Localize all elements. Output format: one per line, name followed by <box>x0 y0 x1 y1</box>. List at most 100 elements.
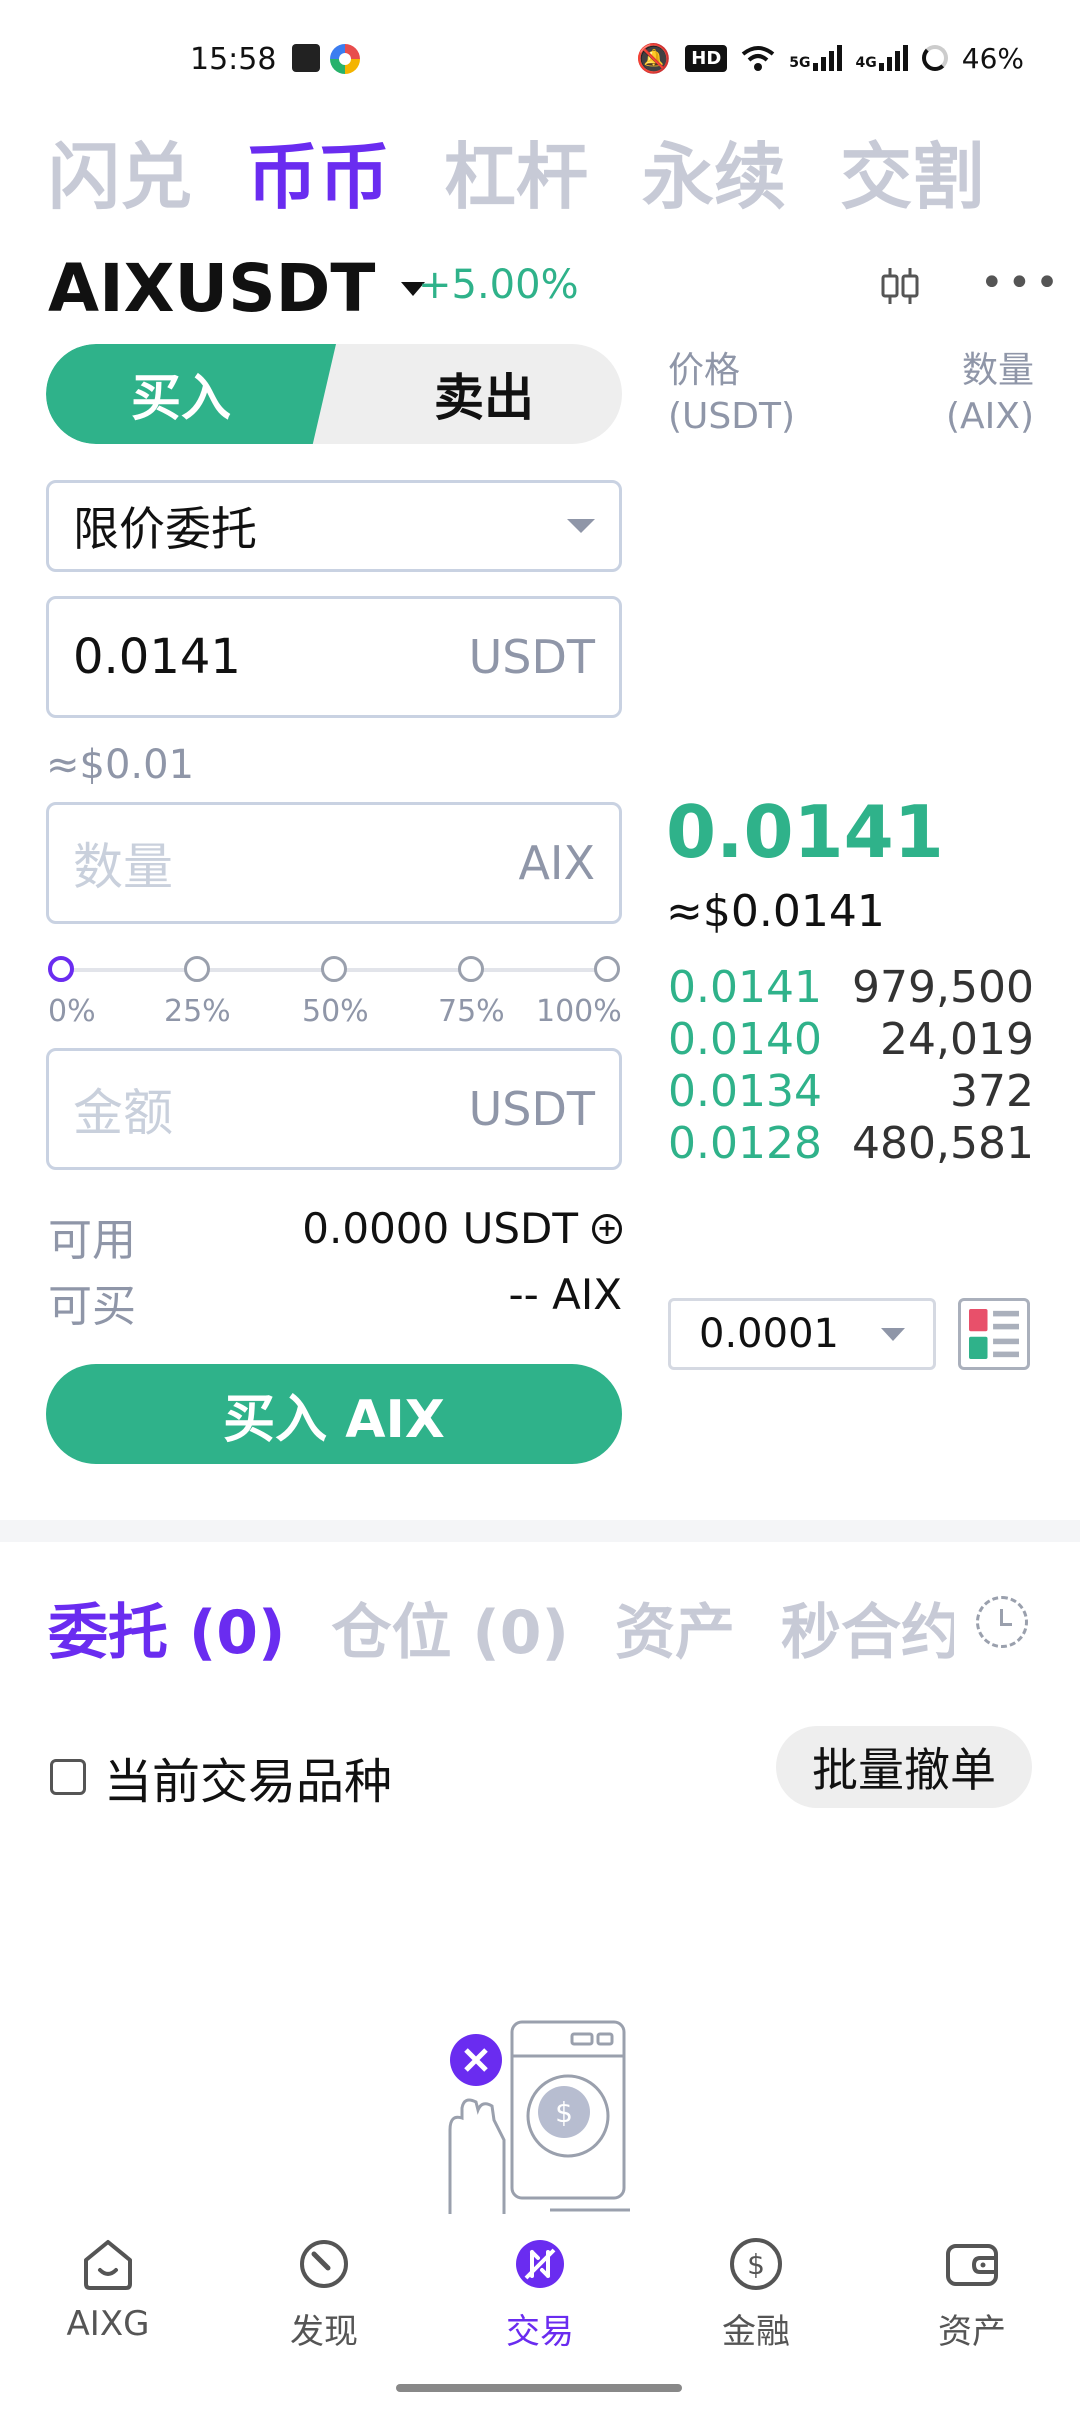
order-type-select[interactable]: 限价委托 <box>46 480 622 572</box>
bottom-nav: AIXG 发现 交易 $ 金融 资产 <box>0 2214 1080 2412</box>
quantity-input[interactable]: 数量 AIX <box>46 802 622 924</box>
top-tab-bar: 闪兑 币币 杠杆 永续 交割 期 <box>48 118 1018 223</box>
nav-trade[interactable]: 交易 <box>432 2214 648 2412</box>
nav-label: AIXG <box>66 2304 150 2344</box>
history-clock-icon[interactable] <box>976 1596 1028 1648</box>
precision-value: 0.0001 <box>699 1311 839 1357</box>
sell-side-button[interactable]: 卖出 <box>346 344 622 444</box>
mute-bell-icon: 🔕 <box>636 41 672 75</box>
tab-assets[interactable]: 资产 <box>615 1584 735 1671</box>
home-indicator[interactable] <box>396 2384 682 2392</box>
tab-swap[interactable]: 闪兑 <box>48 118 192 223</box>
current-pair-label: 当前交易品种 <box>104 1754 393 1810</box>
price-value: 0.0141 <box>73 629 241 685</box>
battery-percent: 46% <box>961 41 1024 75</box>
slider-dot-25[interactable] <box>184 956 210 982</box>
status-right: 🔕 HD 5G 4G 46% <box>636 40 1024 76</box>
orderbook-qty: 480,581 <box>852 1118 1034 1169</box>
orderbook-layout-icon[interactable] <box>958 1298 1030 1370</box>
nav-finance[interactable]: $ 金融 <box>648 2214 864 2412</box>
tab-spot[interactable]: 币币 <box>246 118 390 223</box>
tab-margin[interactable]: 杠杆 <box>444 118 588 223</box>
signal-4g: 4G <box>856 45 908 71</box>
battery-icon <box>921 45 948 71</box>
nav-label: 交易 <box>506 2312 574 2352</box>
home-icon <box>84 2240 132 2290</box>
buy-side-button[interactable]: 买入 <box>46 344 336 444</box>
pair-name: AIXUSDT <box>48 250 376 327</box>
precision-select[interactable]: 0.0001 <box>668 1298 936 1370</box>
orderbook-price-header: 价格 (USDT) <box>668 348 795 440</box>
checkbox[interactable] <box>50 1759 86 1795</box>
orderbook-bids: 0.0141 979,500 0.0140 24,019 0.0134 372 … <box>668 962 1034 1170</box>
more-options-icon[interactable]: ••• <box>980 263 1059 303</box>
price-input[interactable]: 0.0141 USDT <box>46 596 622 718</box>
wallet-icon <box>946 2244 998 2286</box>
orderbook-qty: 372 <box>950 1066 1034 1117</box>
can-buy-value: -- AIX <box>508 1270 622 1319</box>
dropdown-arrow-icon <box>567 519 595 533</box>
slider-label: 75% <box>438 994 505 1028</box>
slider-label: 0% <box>48 994 96 1028</box>
slider-label: 25% <box>164 994 231 1028</box>
orderbook-price: 0.0140 <box>668 1014 822 1065</box>
wifi-icon <box>742 46 775 71</box>
orderbook-row[interactable]: 0.0140 24,019 <box>668 1014 1034 1066</box>
trade-side-toggle: 买入 卖出 <box>46 344 622 444</box>
price-unit: USDT <box>468 630 595 684</box>
slider-dot-100[interactable] <box>594 956 620 982</box>
batch-cancel-button[interactable]: 批量撤单 <box>776 1726 1032 1808</box>
nav-discover[interactable]: 发现 <box>216 2214 432 2412</box>
orderbook-price: 0.0134 <box>668 1066 822 1117</box>
candlestick-chart-icon[interactable] <box>876 262 924 310</box>
orderbook-price: 0.0141 <box>668 962 822 1013</box>
price-change: +5.00% <box>418 262 579 308</box>
buy-submit-button[interactable]: 买入 AIX <box>46 1364 622 1464</box>
orderbook-qty-header: 数量 (AIX) <box>946 348 1034 440</box>
nav-label: 资产 <box>938 2312 1006 2352</box>
orderbook-qty: 979,500 <box>852 962 1034 1013</box>
pair-selector[interactable]: AIXUSDT <box>48 250 426 327</box>
orderbook-row[interactable]: 0.0141 979,500 <box>668 962 1034 1014</box>
orderbook-row[interactable]: 0.0134 372 <box>668 1066 1034 1118</box>
orders-tab-bar: 委托 (0) 仓位 (0) 资产 秒合约 <box>48 1584 954 1671</box>
slider-label: 100% <box>536 994 622 1028</box>
amount-unit: USDT <box>468 1082 595 1136</box>
percent-slider[interactable]: 0% 25% 50% 75% 100% <box>48 948 622 1028</box>
nav-label: 发现 <box>290 2312 358 2352</box>
tab-second-contract[interactable]: 秒合约 <box>781 1584 954 1671</box>
slider-dot-0[interactable] <box>48 956 74 982</box>
tab-perpetual[interactable]: 永续 <box>642 118 786 223</box>
orderbook-price: 0.0128 <box>668 1118 822 1169</box>
price-approx-usd: ≈$0.01 <box>46 742 195 788</box>
last-price-usd: ≈$0.0141 <box>666 886 885 937</box>
current-pair-filter[interactable]: 当前交易品种 <box>50 1742 392 1812</box>
finance-icon: $ <box>730 2238 782 2290</box>
available-value-row: 0.0000 USDT + <box>302 1204 622 1253</box>
tab-orders[interactable]: 委托 (0) <box>48 1584 285 1671</box>
price-header-unit: (USDT) <box>668 396 796 437</box>
qty-header-unit: (AIX) <box>946 396 1034 437</box>
price-header-label: 价格 <box>668 350 741 391</box>
signal-5g: 5G <box>789 45 842 71</box>
transfer-plus-icon[interactable]: + <box>592 1213 622 1244</box>
dropdown-arrow-icon <box>881 1327 905 1341</box>
tab-delivery[interactable]: 交割 <box>840 118 984 223</box>
available-value: 0.0000 USDT <box>302 1204 578 1253</box>
svg-text:$: $ <box>747 2248 765 2281</box>
can-buy-label: 可买 <box>48 1281 136 1332</box>
qty-header-label: 数量 <box>961 350 1034 391</box>
slider-label: 50% <box>302 994 369 1028</box>
discover-icon <box>300 2240 348 2288</box>
nav-assets[interactable]: 资产 <box>864 2214 1080 2412</box>
slider-dot-75[interactable] <box>458 956 484 982</box>
amount-placeholder: 金额 <box>73 1084 173 1142</box>
slider-dot-50[interactable] <box>321 956 347 982</box>
orderbook-row[interactable]: 0.0128 480,581 <box>668 1118 1034 1170</box>
amount-input[interactable]: 金额 USDT <box>46 1048 622 1170</box>
nav-home[interactable]: AIXG <box>0 2214 216 2412</box>
svg-text:$: $ <box>555 2096 573 2129</box>
tab-positions[interactable]: 仓位 (0) <box>331 1584 568 1671</box>
status-time: 15:58 <box>190 42 277 77</box>
section-divider <box>0 1520 1080 1542</box>
